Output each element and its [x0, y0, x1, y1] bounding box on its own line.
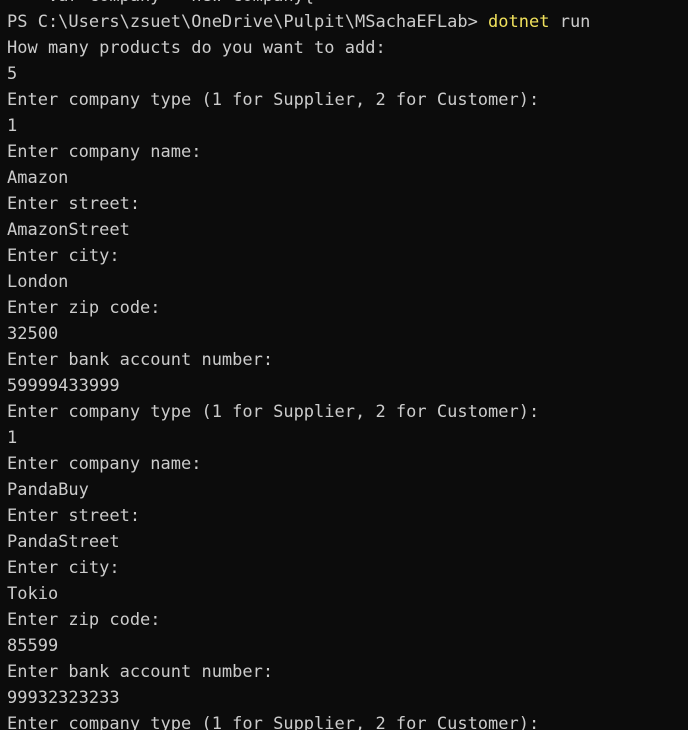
output-line: 1	[7, 116, 18, 136]
output-line: How many products do you want to add:	[7, 38, 386, 58]
output-line: Enter company type (1 for Supplier, 2 fo…	[7, 714, 540, 730]
output-line: Enter bank account number:	[7, 350, 274, 370]
output-line: Enter zip code:	[7, 298, 161, 318]
output-line: 5	[7, 64, 18, 84]
output-line: PandaBuy	[7, 480, 89, 500]
output-line: Enter city:	[7, 246, 120, 266]
clipped-line: var company = new Company{	[7, 0, 688, 9]
output-line: Enter bank account number:	[7, 662, 274, 682]
output-line: AmazonStreet	[7, 220, 130, 240]
prompt-line: PS C:\Users\zsuet\OneDrive\Pulpit\MSacha…	[7, 9, 688, 35]
output-line: Amazon	[7, 168, 69, 188]
output-line: Enter street:	[7, 194, 141, 214]
output-line: Enter street:	[7, 506, 141, 526]
output-line: 32500	[7, 324, 59, 344]
command-name: dotnet	[488, 12, 550, 32]
output-line: Enter company type (1 for Supplier, 2 fo…	[7, 90, 540, 110]
output-line: 1	[7, 428, 18, 448]
output-line: Enter company type (1 for Supplier, 2 fo…	[7, 402, 540, 422]
output-line: PandaStreet	[7, 532, 120, 552]
output-line: Enter company name:	[7, 142, 202, 162]
output-line: 59999433999	[7, 376, 120, 396]
output-line: Tokio	[7, 584, 59, 604]
terminal-window[interactable]: var company = new Company{ PS C:\Users\z…	[0, 0, 688, 730]
output-line: Enter zip code:	[7, 610, 161, 630]
output-line: Enter city:	[7, 558, 120, 578]
command-args: run	[549, 12, 591, 32]
output-line: 85599	[7, 636, 59, 656]
terminal-output: var company = new Company{ PS C:\Users\z…	[7, 0, 688, 730]
prompt-path: PS C:\Users\zsuet\OneDrive\Pulpit\MSacha…	[7, 12, 489, 32]
output-line: Enter company name:	[7, 454, 202, 474]
output-line: London	[7, 272, 69, 292]
output-line: 99932323233	[7, 688, 120, 708]
